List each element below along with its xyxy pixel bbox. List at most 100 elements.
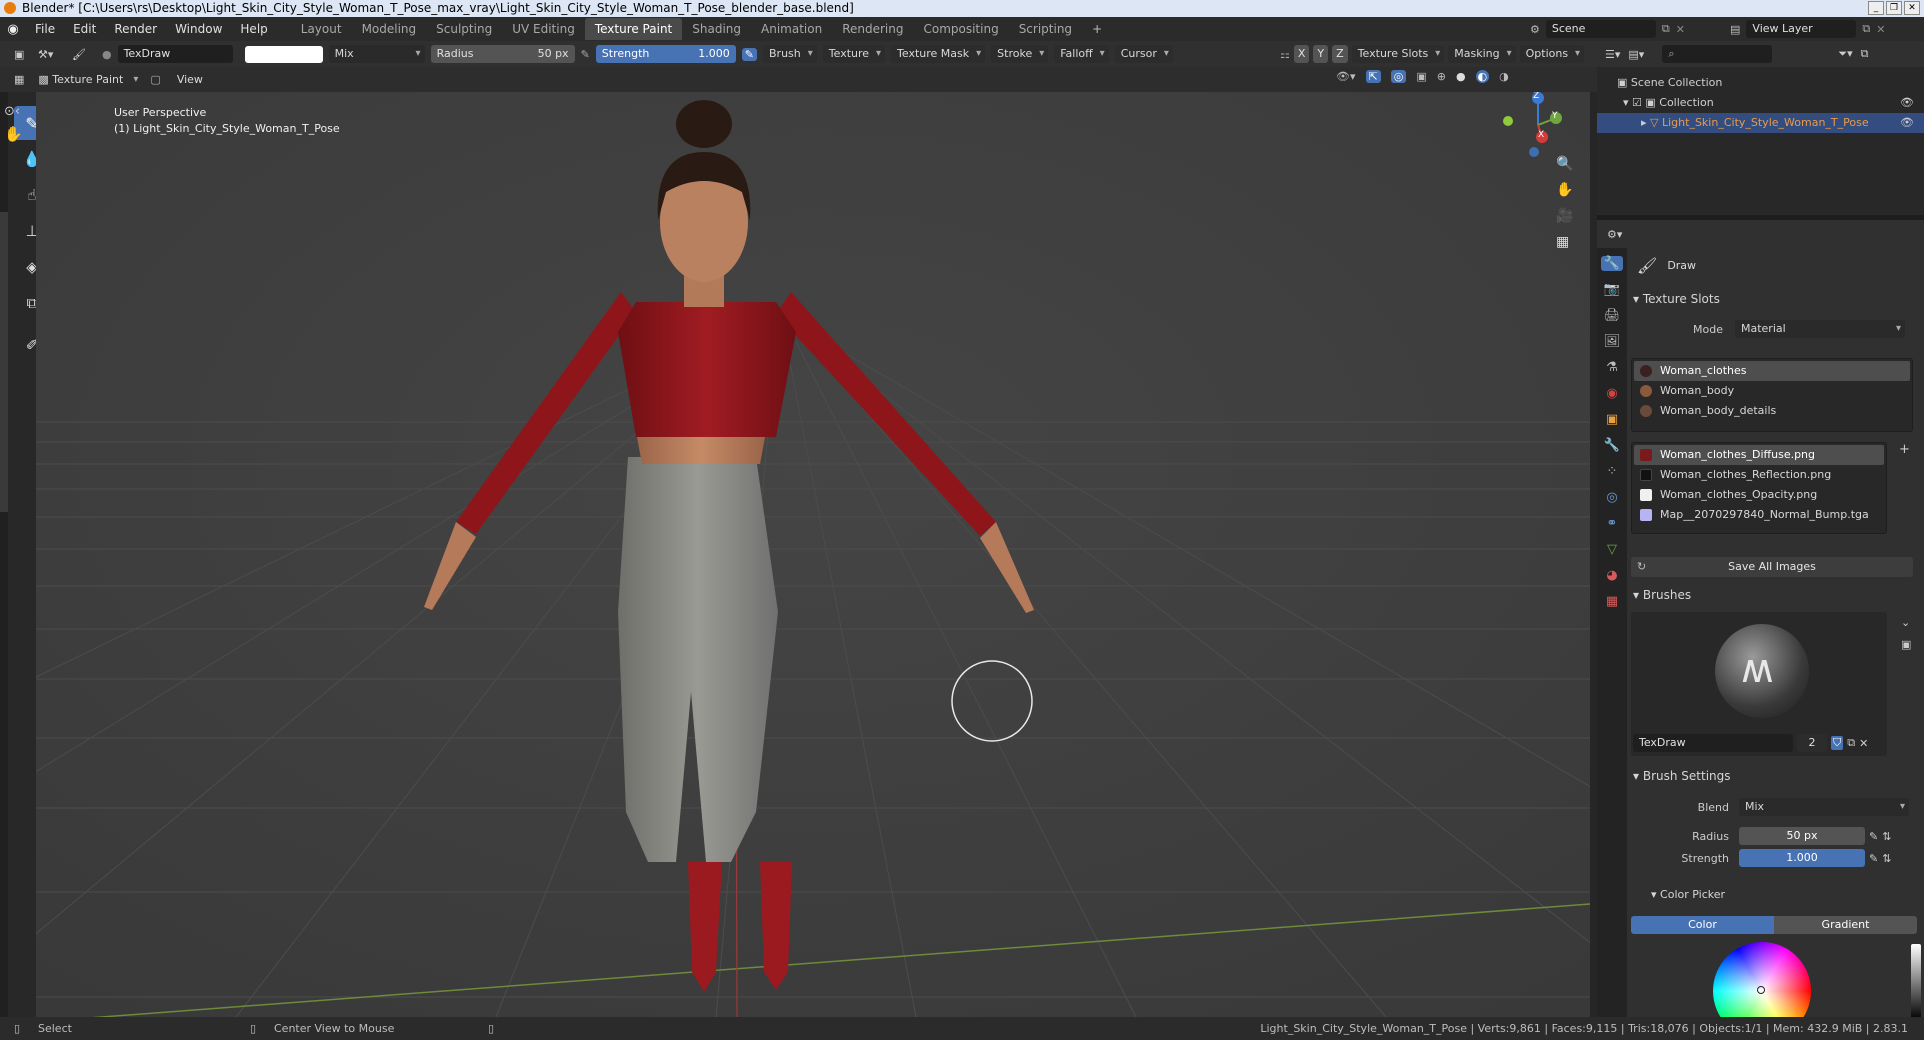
mode-dropdown[interactable]: ▩ Texture Paint [32,70,143,89]
radius-slider-props[interactable]: 50 px [1739,827,1865,845]
world-tab-icon[interactable]: ◉ [1606,386,1617,401]
menu-render[interactable]: Render [105,22,166,36]
material-item[interactable]: Woman_body [1634,381,1910,401]
add-texture-slot-icon[interactable]: + [1899,442,1910,457]
color-picker-subsection-header[interactable]: ▾ Color Picker [1651,888,1725,901]
scene-field[interactable]: Scene [1545,20,1656,38]
mode-dropdown-props[interactable]: Material [1735,320,1905,338]
edge-scroll[interactable] [0,212,8,512]
texture-menu[interactable]: Texture [822,45,886,63]
tab-uv-editing[interactable]: UV Editing [502,18,585,40]
collection-visibility-eye-icon[interactable]: 👁 [1900,93,1914,113]
grid-ortho-icon[interactable]: ▦ [1556,234,1573,250]
visibility-icon[interactable]: 👁▾ [1336,70,1356,83]
render-tab-icon[interactable]: 📷 [1604,282,1620,297]
duplicate-brush-icon[interactable]: ⧉ [1847,736,1855,750]
image-slot-item[interactable]: Woman_clothes_Opacity.png [1634,485,1884,505]
material-item[interactable]: Woman_body_details [1634,401,1910,421]
solid-shading-icon[interactable]: ● [1456,70,1466,83]
brush-list-dropdown-icon[interactable]: ⌄ [1901,616,1910,629]
strength-pressure-icon-props[interactable]: ✎ [1869,852,1878,865]
strength-pressure-icon[interactable]: ✎ [741,47,758,61]
gizmo-toggle-icon[interactable]: ⇱ [1365,70,1381,83]
physics-tab-icon[interactable]: ◎ [1606,490,1617,505]
constraints-tab-icon[interactable]: ⚭ [1607,516,1618,531]
strength-slider[interactable]: Strength 1.000 [595,45,736,63]
expand-arrow-icon[interactable]: ▾ ☑ ▣ [1623,96,1659,109]
view-toggle-icon[interactable]: ⊙‹ [0,104,30,119]
object-tab-icon[interactable]: ▣ [1606,412,1618,427]
menu-window[interactable]: Window [166,22,231,36]
close-button[interactable]: ✕ [1904,1,1920,15]
texture-tab-icon[interactable]: ▦ [1606,594,1618,609]
maximize-button[interactable]: ❐ [1886,1,1902,15]
view-layer-tab-icon[interactable]: 🖼 [1604,334,1621,349]
mirror-x-toggle[interactable]: X [1293,45,1310,63]
editor-type-viewport-icon[interactable]: ▦ [14,73,24,86]
filter-icon[interactable]: ⏷▾ [1838,47,1852,61]
outliner-object-row[interactable]: ▸ ▽ Light_Skin_City_Style_Woman_T_Pose 👁 [1597,113,1924,133]
tab-modeling[interactable]: Modeling [352,18,427,40]
menu-edit[interactable]: Edit [64,22,105,36]
fake-user-icon[interactable]: ● [102,48,112,61]
texture-slots-section-header[interactable]: ▾ Texture Slots [1633,292,1720,306]
menu-help[interactable]: Help [231,22,276,36]
new-collection-icon[interactable]: ⧉ [1861,47,1869,61]
texture-mask-menu[interactable]: Texture Mask [891,45,986,63]
pan-hand-icon[interactable]: ✋ [1556,182,1573,198]
wireframe-shading-icon[interactable]: ⊕ [1437,70,1446,83]
unlink-brush-icon[interactable]: ✕ [1859,737,1868,750]
save-all-images-button[interactable]: ↻ Save All Images [1631,557,1913,577]
outliner-scene-collection[interactable]: ▣ Scene Collection [1597,73,1924,93]
brush-color-swatch[interactable] [244,45,323,63]
image-slot-item[interactable]: Woman_clothes_Reflection.png [1634,465,1884,485]
brush-image-icon[interactable]: ▣ [1901,638,1911,651]
blender-menu-icon[interactable]: ◉ [0,22,26,37]
view-menu[interactable]: View [169,73,211,86]
material-tab-icon[interactable]: ◕ [1606,568,1617,583]
material-preview-shading-icon[interactable]: ◐ [1475,70,1490,83]
add-workspace-icon[interactable]: + [1082,18,1112,40]
hand-icon[interactable]: ✋ [0,119,30,143]
camera-icon[interactable]: 🎥 [1556,208,1573,224]
texture-slots-menu[interactable]: Texture Slots [1351,45,1445,63]
material-item[interactable]: Woman_clothes [1634,361,1910,381]
properties-editor-icon[interactable]: ⚙▾ [1607,228,1622,241]
brush-settings-section-header[interactable]: ▾ Brush Settings [1633,769,1731,783]
outliner-editor-icon[interactable]: ☰▾ [1605,48,1620,61]
viewport-sidebar-edge[interactable] [1590,92,1597,1017]
blend-dropdown[interactable]: Mix [1739,798,1909,816]
output-tab-icon[interactable]: 🖨 [1604,308,1621,323]
scene-tab-icon[interactable]: ⚗ [1606,360,1618,375]
3d-viewport[interactable]: User Perspective (1) Light_Skin_City_Sty… [36,92,1590,1017]
new-view-layer-icon[interactable]: ⧉ [1862,22,1870,36]
new-scene-icon[interactable]: ⧉ [1662,22,1670,36]
particles-tab-icon[interactable]: ⁘ [1607,464,1618,479]
object-expand-arrow-icon[interactable]: ▸ [1641,116,1650,129]
outliner-search[interactable]: ⌕ [1662,45,1773,63]
radius-pressure-icon-props[interactable]: ✎ [1869,830,1878,843]
view-layer-field[interactable]: View Layer [1746,20,1857,38]
mirror-z-toggle[interactable]: Z [1332,45,1348,63]
xray-toggle-icon[interactable]: ▣ [1416,70,1426,83]
falloff-menu[interactable]: Falloff [1054,45,1109,63]
radius-unit-icon[interactable]: ⇅ [1882,830,1891,843]
tab-rendering[interactable]: Rendering [832,18,913,40]
display-mode-icon[interactable]: ▤▾ [1628,48,1644,61]
rendered-shading-icon[interactable]: ◑ [1499,70,1509,83]
radius-pressure-icon[interactable]: ✎ [581,48,590,61]
data-tab-icon[interactable]: ▽ [1607,542,1617,557]
tab-texture-paint[interactable]: Texture Paint [584,18,683,40]
brush-menu[interactable]: Brush [763,45,817,63]
gradient-tab[interactable]: Gradient [1774,916,1917,934]
tab-scripting[interactable]: Scripting [1009,18,1082,40]
fake-user-shield-icon[interactable]: ⛉ [1831,736,1844,750]
tool-settings-icon[interactable]: ⚒▾ [38,48,66,61]
minimize-button[interactable]: _ [1868,1,1884,15]
tool-tab-icon[interactable]: 🔧 [1600,256,1624,271]
cursor-menu[interactable]: Cursor [1114,45,1173,63]
outliner-collection[interactable]: ▾ ☑ ▣ Collection 👁 [1597,93,1924,113]
menu-file[interactable]: File [26,22,64,36]
image-slot-item[interactable]: Woman_clothes_Diffuse.png [1634,445,1884,465]
masking-menu[interactable]: Masking [1448,45,1516,63]
